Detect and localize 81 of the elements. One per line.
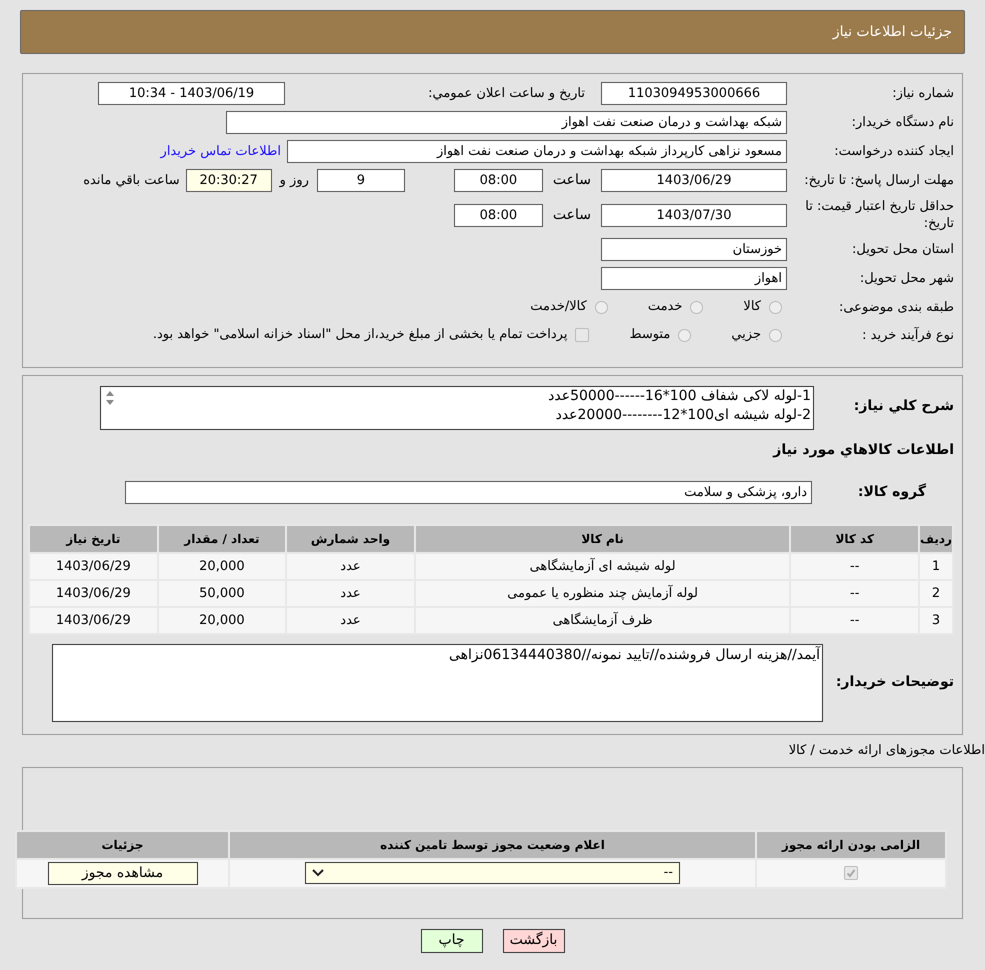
field-label: ایجاد کننده درخواست: xyxy=(833,143,954,160)
time-field: 08:00 xyxy=(454,169,543,192)
print-button[interactable]: چاپ xyxy=(420,928,482,952)
time-label: ساعت xyxy=(552,206,591,224)
city-field: اهواز xyxy=(601,267,787,290)
buyer-contact-link[interactable]: اطلاعات تماس خریدار xyxy=(160,142,281,162)
column-header: تعداد / مقدار xyxy=(158,525,286,553)
table-cell: -- xyxy=(790,553,919,580)
radio-label: کالا xyxy=(743,298,761,316)
goods-group-label: گروه كالا: xyxy=(856,482,927,502)
description-label: شرح كلي نياز: xyxy=(852,397,954,416)
radio-button[interactable] xyxy=(594,300,608,314)
field-label: تاریخ و ساعت اعلان عمومي: xyxy=(427,85,585,102)
table-cell: لوله شیشه ای آزمایشگاهی xyxy=(414,553,790,580)
permits-section-title: اطلاعات مجوزهای ارائه خدمت / کالا xyxy=(788,742,985,760)
column-header: جزئیات xyxy=(16,830,229,858)
table-cell: ظرف آزمایشگاهی xyxy=(414,607,790,634)
radio-button[interactable] xyxy=(690,300,704,314)
radio-button[interactable] xyxy=(678,328,692,342)
date-field: 1403/07/30 xyxy=(601,204,787,226)
time-label: ساعت xyxy=(552,171,591,190)
goods-group-field: دارو، پزشکی و سلامت xyxy=(125,481,812,504)
column-header: اعلام وضعیت مجوز توسط تامین کننده xyxy=(229,830,756,858)
radio-button[interactable] xyxy=(769,300,782,314)
field-label: شماره نیاز: xyxy=(891,85,954,102)
field-label: طبقه بندی موضوعی: xyxy=(838,298,954,316)
status-dropdown[interactable]: -- xyxy=(305,862,680,884)
field-label: شهر محل تحویل: xyxy=(858,270,954,287)
buyer-org-field: شبکه بهداشت و درمان صنعت نفت اهواز xyxy=(226,111,787,134)
table-cell: عدد xyxy=(286,580,415,607)
page-title: جزئیات اطلاعات نیاز xyxy=(832,22,952,42)
field-label: استان محل تحویل: xyxy=(851,241,954,258)
remaining-label: ساعت باقي مانده xyxy=(83,172,180,190)
date-field: 1403/06/29 xyxy=(601,169,787,192)
back-button[interactable]: بازگشت xyxy=(502,928,564,952)
radio-label: جزيي xyxy=(731,326,761,344)
table-cell: -- xyxy=(790,607,919,634)
radio-label: خدمت xyxy=(648,298,682,316)
table-cell: 1403/06/29 xyxy=(29,580,158,607)
table-cell: 3 xyxy=(918,607,953,634)
remaining-time-field: 20:30:27 xyxy=(186,169,272,192)
table-cell: 1403/06/29 xyxy=(29,553,158,580)
chevron-down-icon xyxy=(312,869,324,877)
need-number-field: 1103094953000666 xyxy=(601,82,787,105)
column-header: واحد شمارش xyxy=(286,525,415,553)
table-cell: 20,000 xyxy=(158,553,286,580)
view-permit-button[interactable]: مشاهده مجوز xyxy=(48,862,198,884)
radio-label: متوسط xyxy=(629,326,670,344)
goods-section-title: اطلاعات كالاهاي مورد نياز xyxy=(772,441,954,460)
buyer-notes-label: توضیحات خریدار: xyxy=(834,673,954,692)
column-header: رديف xyxy=(918,525,953,553)
column-header: تاریخ نیاز xyxy=(29,525,158,553)
province-field: خوزستان xyxy=(601,238,787,261)
checkbox[interactable] xyxy=(575,328,590,342)
field-label: مهلت ارسال پاسخ: تا تاریخ: xyxy=(803,172,954,189)
description-textarea[interactable]: 1-لوله لاکی شفاف 100*16------50000عدد 2-لوله شیشه ای100*12--------20000عدد xyxy=(100,386,814,430)
radio-label: کالا/خدمت xyxy=(530,298,587,316)
requester-field: مسعود نزاهی کارپرداز شبکه بهداشت و درمان صنعت نفت اهواز xyxy=(287,140,787,163)
table-cell: 2 xyxy=(918,580,953,607)
column-header: الزامی بودن ارائه مجوز xyxy=(756,830,946,858)
buyer-notes-textarea[interactable]: آیمد//هزینه ارسال فروشنده//تایید نمونه//06134440380نزاهی xyxy=(52,644,823,722)
table-cell: 1 xyxy=(918,553,953,580)
table-cell: 1403/06/29 xyxy=(29,607,158,634)
field-label: نوع فرآیند خرید : xyxy=(861,326,954,344)
column-header: کد کالا xyxy=(790,525,919,553)
days-label: روز و xyxy=(280,172,309,190)
field-label: نام دستگاه خریدار: xyxy=(850,114,954,131)
announce-date-field: 1403/06/19 - 10:34 xyxy=(98,82,285,105)
table-cell: عدد xyxy=(286,553,415,580)
table-cell: 20,000 xyxy=(158,607,286,634)
time-field: 08:00 xyxy=(454,204,543,226)
table-cell: لوله آزمایش چند منظوره یا عمومی xyxy=(414,580,790,607)
treasury-payment-text: پرداخت تمام یا بخشی از مبلغ خرید،از محل "اسناد خزانه اسلامی" خواهد بود. xyxy=(152,326,568,344)
column-header: نام کالا xyxy=(414,525,790,553)
field-label: حداقل تاریخ اعتبار قیمت: تا تاریخ: xyxy=(804,198,954,232)
table-cell: -- xyxy=(790,580,919,607)
checkbox[interactable] xyxy=(844,866,858,880)
table-cell: عدد xyxy=(286,607,415,634)
table-cell: 50,000 xyxy=(158,580,286,607)
days-field: 9 xyxy=(316,169,405,192)
radio-button[interactable] xyxy=(769,328,782,342)
